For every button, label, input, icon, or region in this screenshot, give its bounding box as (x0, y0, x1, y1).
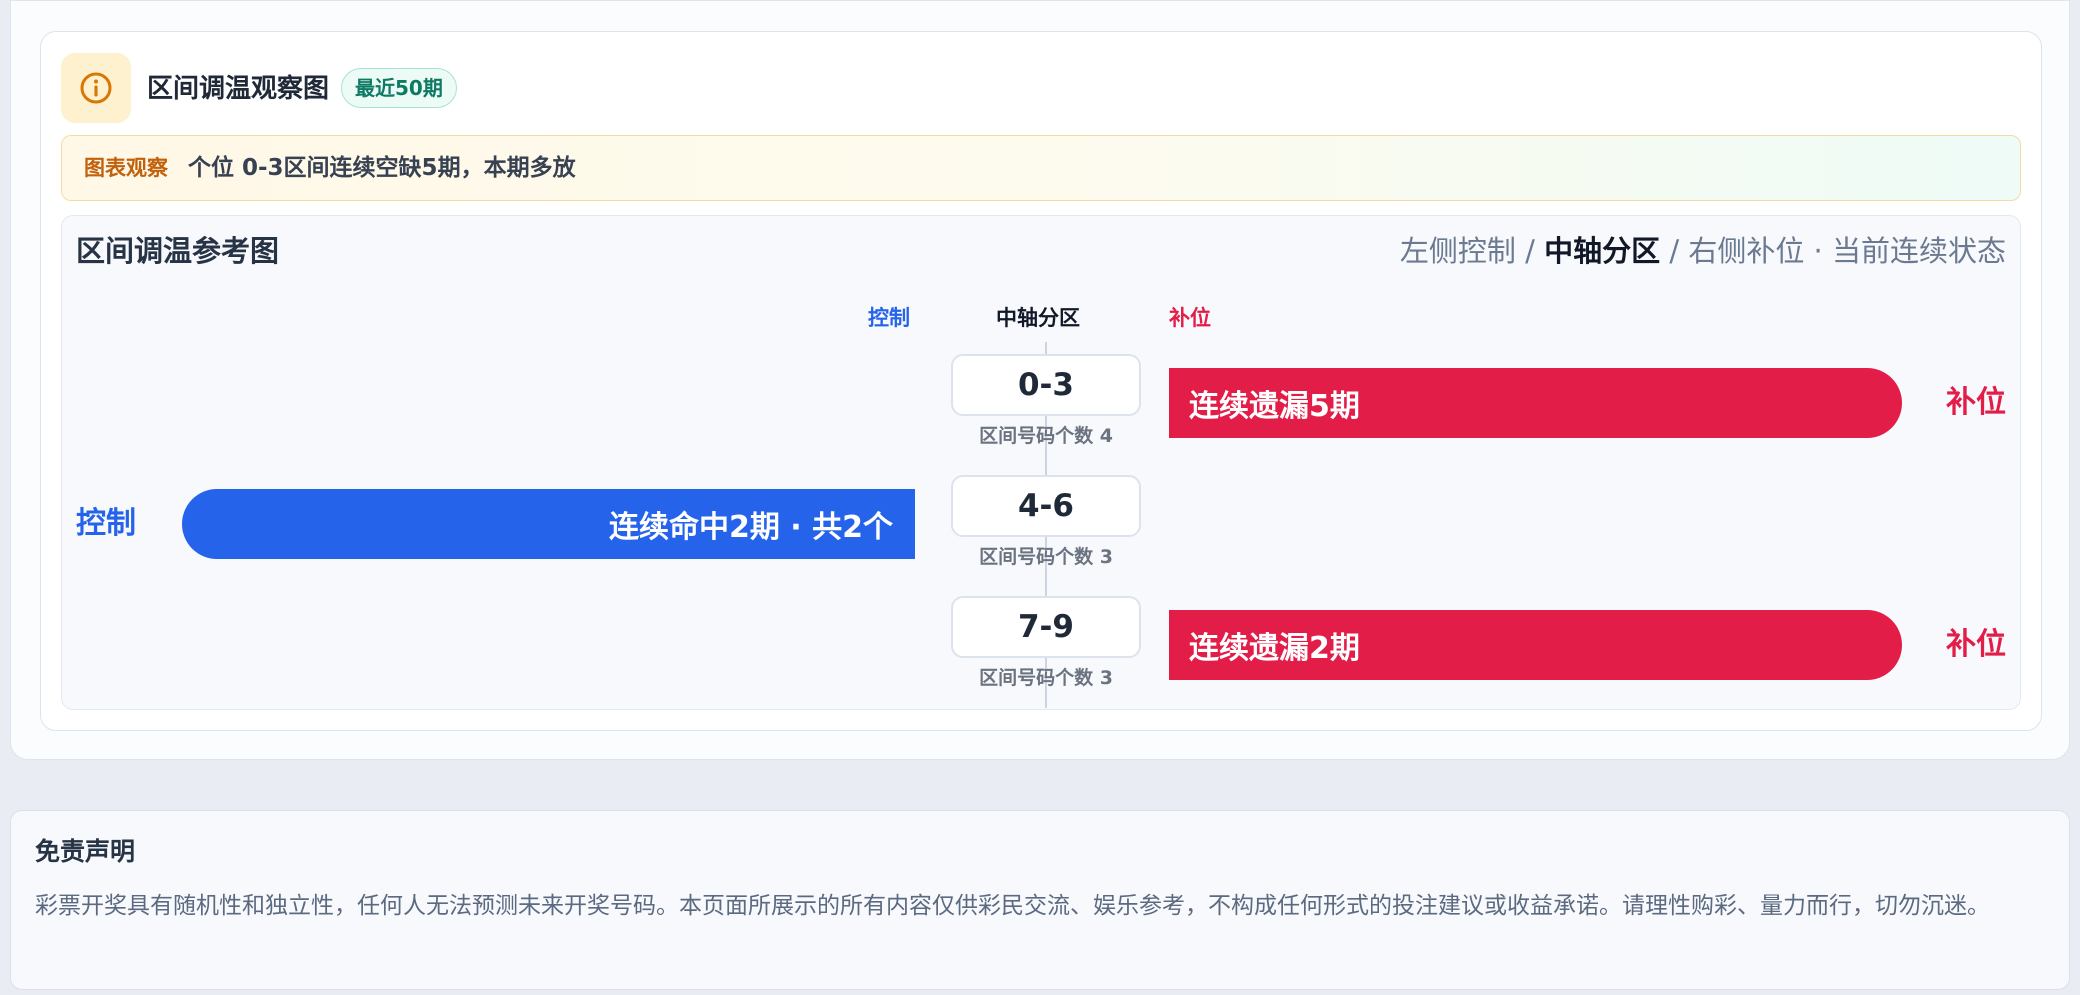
zone-box-0-3: 0-3 (951, 354, 1141, 416)
legend-center: 中轴分区 (1544, 234, 1661, 268)
column-header-control: 控制 (868, 306, 910, 330)
period-badge: 最近50期 (341, 68, 457, 108)
fill-bar-7-9: 连续遗漏2期 (1169, 610, 1902, 680)
observation-text: 个位 0-3区间连续空缺5期，本期多放 (188, 155, 576, 181)
zone-reference-chart: 区间调温参考图 左侧控制 / 中轴分区 / 右侧补位 · 当前连续状态 控制 中… (61, 215, 2021, 710)
column-header-fill: 补位 (1169, 306, 1211, 330)
side-label-4-6: 控制 (76, 506, 136, 541)
zone-count-0-3: 区间号码个数 4 (979, 425, 1113, 447)
panel-title: 区间调温观察图 (147, 74, 330, 104)
fill-bar-0-3: 连续遗漏5期 (1169, 368, 1902, 438)
chart-legend: 左侧控制 / 中轴分区 / 右侧补位 · 当前连续状态 (1400, 232, 2006, 270)
chart-observation-bar: 图表观察 个位 0-3区间连续空缺5期，本期多放 (61, 135, 2021, 201)
info-icon (61, 53, 131, 123)
disclaimer-text: 彩票开奖具有随机性和独立性，任何人无法预测未来开奖号码。本页面所展示的所有内容仅… (35, 893, 1990, 919)
disclaimer-card: 免责声明 彩票开奖具有随机性和独立性，任何人无法预测未来开奖号码。本页面所展示的… (10, 810, 2070, 990)
zone-box-7-9: 7-9 (951, 596, 1141, 658)
zone-count-7-9: 区间号码个数 3 (979, 667, 1113, 689)
zone-box-4-6: 4-6 (951, 475, 1141, 537)
legend-right: / 右侧补位 · 当前连续状态 (1660, 234, 2006, 268)
side-label-7-9: 补位 (1946, 627, 2006, 662)
disclaimer-title: 免责声明 (35, 837, 136, 866)
observation-tag: 图表观察 (84, 156, 168, 180)
zone-temperature-card: 区间调温观察图 最近50期 图表观察 个位 0-3区间连续空缺5期，本期多放 区… (10, 0, 2070, 760)
zone-temperature-panel: 区间调温观察图 最近50期 图表观察 个位 0-3区间连续空缺5期，本期多放 区… (40, 31, 2042, 731)
chart-title: 区间调温参考图 (76, 234, 280, 268)
legend-left: 左侧控制 / (1399, 234, 1545, 268)
column-header-axis: 中轴分区 (996, 306, 1080, 330)
side-label-0-3: 补位 (1946, 385, 2006, 420)
zone-count-4-6: 区间号码个数 3 (979, 546, 1113, 568)
control-bar-4-6: 连续命中2期 · 共2个 (182, 489, 915, 559)
